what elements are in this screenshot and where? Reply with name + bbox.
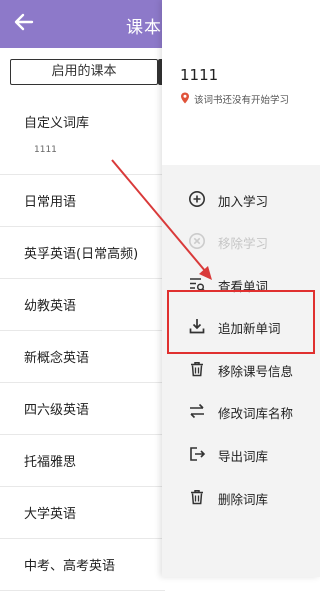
list-item[interactable]: 幼教英语 <box>0 279 165 331</box>
drawer-menu: 加入学习 移除学习 查看单词 追加新单词 移除课号信息 修改词库名称 导出词库 … <box>162 165 320 577</box>
list-item-label: 英孚英语(日常高频) <box>24 247 139 262</box>
drawer-header: 1111 该词书还没有开始学习 <box>162 0 320 165</box>
custom-book-name[interactable]: 1111 <box>34 145 57 155</box>
book-options-drawer: 1111 该词书还没有开始学习 加入学习 移除学习 查看单词 追加新单词 移除课… <box>162 0 320 577</box>
x-circle-icon <box>189 233 205 249</box>
menu-item-label: 导出词库 <box>218 449 269 464</box>
list-item-label: 自定义词库 <box>24 116 90 131</box>
export-icon <box>190 447 206 461</box>
location-pin-icon <box>181 92 189 104</box>
menu-item-export-book[interactable]: 导出词库 <box>162 434 320 474</box>
list-item-label: 日常用语 <box>24 195 77 210</box>
list-item[interactable]: 托福雅思 <box>0 435 165 487</box>
list-item[interactable]: 新概念英语 <box>0 331 165 383</box>
learning-status: 该词书还没有开始学习 <box>194 95 290 106</box>
menu-item-remove-lesson-info[interactable]: 移除课号信息 <box>162 349 320 389</box>
list-item-label: 幼教英语 <box>24 299 77 314</box>
list-item[interactable]: 日常用语 <box>0 175 165 227</box>
menu-item-delete-book[interactable]: 删除词库 <box>162 477 320 517</box>
menu-item-rename-book[interactable]: 修改词库名称 <box>162 391 320 431</box>
highlight-box <box>167 290 315 354</box>
plus-circle-icon <box>189 191 205 207</box>
menu-item-remove-from-study[interactable]: 移除学习 <box>162 221 320 261</box>
list-item-custom[interactable]: 自定义词库 1111 <box>0 94 165 175</box>
list-item[interactable]: 大学英语 <box>0 487 165 539</box>
trash-icon <box>191 490 203 505</box>
book-list: 自定义词库 1111 日常用语 英孚英语(日常高频) 幼教英语 新概念英语 四六… <box>0 94 165 591</box>
menu-item-label: 移除学习 <box>218 236 269 251</box>
menu-item-label: 删除词库 <box>218 492 269 507</box>
list-item[interactable]: 中考、高考英语 <box>0 539 165 591</box>
list-item-label: 中考、高考英语 <box>24 559 116 574</box>
trash-icon <box>191 362 203 377</box>
list-item[interactable]: 四六级英语 <box>0 383 165 435</box>
menu-item-label: 修改词库名称 <box>218 406 294 421</box>
list-item-label: 托福雅思 <box>24 455 77 470</box>
tab-bar: 启用的课本 <box>10 59 172 85</box>
back-arrow-icon[interactable] <box>12 10 36 34</box>
list-item-label: 四六级英语 <box>24 403 90 418</box>
tab-enabled-books[interactable]: 启用的课本 <box>10 59 158 85</box>
swap-icon <box>190 403 204 419</box>
list-item-label: 新概念英语 <box>24 351 90 366</box>
list-item-label: 大学英语 <box>24 507 77 522</box>
menu-item-add-to-study[interactable]: 加入学习 <box>162 179 320 219</box>
list-item[interactable]: 英孚英语(日常高频) <box>0 227 165 279</box>
book-title: 1111 <box>180 66 219 84</box>
menu-item-label: 移除课号信息 <box>218 364 294 379</box>
menu-item-label: 加入学习 <box>218 194 269 209</box>
